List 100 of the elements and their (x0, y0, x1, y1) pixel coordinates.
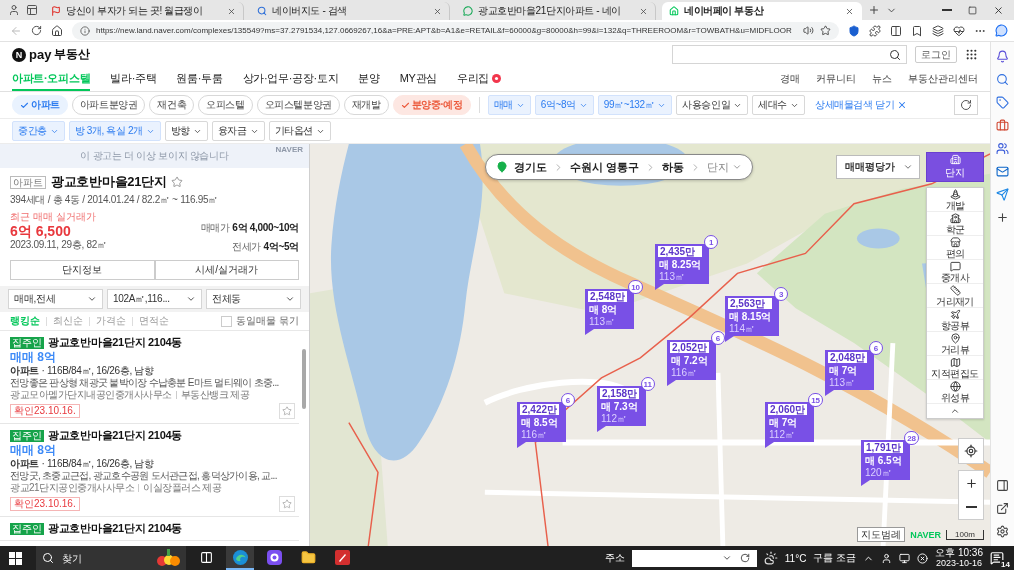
filter-select[interactable]: 세대수 (752, 95, 806, 115)
breadcrumb-item[interactable]: 경기도 (514, 159, 547, 175)
search-icon[interactable] (996, 73, 1009, 86)
complex-tab-button[interactable]: 단지정보 (10, 260, 155, 280)
add-icon[interactable] (996, 211, 1009, 224)
site-info-icon[interactable] (80, 25, 90, 36)
refresh-button[interactable] (954, 95, 978, 115)
nav-link[interactable]: 경매 (780, 72, 800, 86)
close-tab-icon[interactable] (639, 6, 648, 16)
columns-icon[interactable] (890, 24, 902, 37)
monitor-icon[interactable] (899, 552, 911, 564)
complex-toggle[interactable]: 단지 (926, 152, 984, 182)
nav-tab[interactable]: 빌라·주택 (110, 67, 157, 91)
browser-tab[interactable]: 네이버페이 부동산 (662, 2, 862, 20)
new-tab-icon[interactable] (868, 4, 880, 16)
filter-select[interactable]: 융자금 (211, 121, 265, 141)
app-icon[interactable] (266, 549, 282, 565)
close-window-icon[interactable] (993, 4, 1004, 16)
search-input[interactable]: 찾기 (60, 550, 150, 566)
windows-logo-icon[interactable] (8, 551, 22, 565)
dots-grid-icon[interactable] (965, 48, 978, 61)
listing-title[interactable]: 광교호반마을21단지 2104동 (48, 521, 182, 536)
filter-select[interactable]: 기타옵션 (268, 121, 332, 141)
filter-select[interactable]: 매매 (487, 95, 531, 115)
tab-actions-icon[interactable] (26, 4, 38, 16)
nav-link[interactable]: 뉴스 (872, 72, 892, 86)
shield-icon[interactable] (848, 24, 860, 37)
reload-icon[interactable] (31, 25, 42, 36)
nav-tab[interactable]: 우리집 (457, 67, 502, 91)
nav-link[interactable]: 부동산관리센터 (908, 72, 978, 86)
taskbar-search-field[interactable]: 찾기 (36, 546, 186, 570)
mail-icon[interactable] (996, 165, 1009, 178)
map-tool-button[interactable]: 편의 (927, 236, 983, 260)
map-tool-button[interactable]: 개발 (927, 188, 983, 212)
nav-tab[interactable]: 분양 (358, 67, 380, 91)
person-icon[interactable] (881, 552, 893, 564)
type-chip[interactable]: 아파트 (12, 95, 68, 115)
list-filter-select[interactable]: 전체동 (206, 289, 301, 309)
type-chip[interactable]: 재건축 (149, 95, 195, 115)
type-chip[interactable]: 오피스텔분양권 (256, 95, 340, 115)
favorite-star-icon[interactable] (820, 25, 831, 36)
close-tab-icon[interactable] (227, 6, 236, 16)
browser-app-icon[interactable] (232, 549, 248, 565)
checkbox[interactable] (221, 315, 233, 327)
filter-select[interactable]: 중간층 (12, 121, 65, 141)
scrollbar-thumb[interactable] (302, 349, 306, 409)
filter-select[interactable]: 방 3개, 욕실 2개 (68, 121, 161, 141)
nav-link[interactable]: 커뮤니티 (816, 72, 856, 86)
map-tool-button[interactable]: 학군 (927, 212, 983, 236)
breadcrumb-item[interactable]: 수원시 영통구 (570, 159, 640, 175)
send-icon[interactable] (996, 188, 1009, 201)
puzzle-icon[interactable] (869, 24, 881, 37)
listing-title[interactable]: 광교호반마을21단지 2104동 (48, 428, 182, 443)
app-icon[interactable] (334, 549, 350, 565)
listing-title[interactable]: 광교호반마을21단지 2104동 (48, 335, 182, 350)
list-filter-select[interactable]: 102A㎡,116... (107, 289, 202, 309)
map-tool-button[interactable]: 위성뷰 (927, 380, 983, 404)
close-tab-icon[interactable] (433, 6, 442, 16)
close-detail-link[interactable]: 상세매물검색 닫기 (815, 98, 908, 112)
login-button[interactable]: 로그인 (915, 46, 957, 63)
type-chip[interactable]: 오피스텔 (198, 95, 253, 115)
layers-icon[interactable] (932, 24, 944, 37)
tag-icon[interactable] (996, 96, 1009, 109)
star-icon[interactable] (171, 176, 184, 188)
folder-icon[interactable] (300, 549, 316, 565)
bookmark-icon[interactable] (911, 24, 923, 37)
legend-button[interactable]: 지도범례 (857, 527, 906, 542)
profile-icon[interactable] (8, 4, 20, 16)
nav-tab[interactable]: 원룸·투룸 (176, 67, 223, 91)
level-select[interactable]: 단지 (707, 159, 743, 175)
search-field[interactable] (672, 45, 907, 64)
complex-tab-button[interactable]: 시세/실거래가 (154, 260, 299, 280)
home-icon[interactable] (51, 24, 63, 37)
panel-right-icon[interactable] (996, 479, 1009, 492)
filter-select[interactable]: 99㎡~132㎡ (597, 95, 673, 115)
task-view-icon[interactable] (199, 550, 213, 564)
nav-tab[interactable]: 상가·업무·공장·토지 (242, 67, 339, 91)
type-chip[interactable]: 아파트분양권 (71, 95, 146, 115)
bell-icon[interactable] (996, 50, 1009, 63)
search-icon[interactable] (889, 48, 901, 61)
map-tool-button[interactable]: 거리뷰 (927, 332, 983, 356)
external-link-icon[interactable] (996, 502, 1009, 515)
heart-pulse-icon[interactable] (953, 24, 965, 37)
speaker-icon[interactable] (803, 25, 814, 36)
maximize-icon[interactable] (968, 5, 977, 15)
filter-select[interactable]: 사용승인일 (676, 95, 749, 115)
map-tool-button[interactable]: 중개사 (927, 260, 983, 284)
briefcase-icon[interactable] (996, 119, 1009, 132)
address-field[interactable]: https://new.land.naver.com/complexes/135549?ms=37.2791534,127.0669267,16&a=PRE:APT&b=A1&e=RETAIL&f=60000&g=80000&h=99&i=132&q=THREEROOM&r=TOWBATH&u=MIDFLOOR (72, 21, 839, 40)
taskbar-address-field[interactable] (631, 549, 757, 567)
chat-bubble-icon[interactable] (995, 24, 1008, 37)
price-mode-select[interactable]: 매매평당가 (836, 155, 920, 179)
map-tool-button[interactable]: 항공뷰 (927, 308, 983, 332)
map-tool-button[interactable]: 거리재기 (927, 284, 983, 308)
settings-icon[interactable] (996, 525, 1009, 538)
nav-tab[interactable]: MY관심 (399, 67, 438, 91)
map-tool-button[interactable]: 지적편집도 (927, 356, 983, 380)
breadcrumb-item[interactable]: 하동 (662, 159, 685, 175)
circle-x-icon[interactable] (917, 552, 929, 564)
filter-select[interactable]: 방향 (164, 121, 208, 141)
